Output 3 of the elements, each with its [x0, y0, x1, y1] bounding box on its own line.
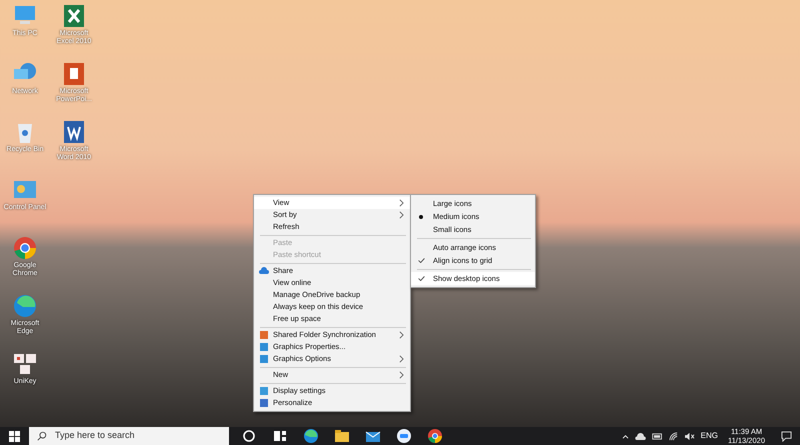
language-indicator[interactable]: ENG: [700, 430, 718, 442]
search-box[interactable]: Type here to search: [29, 427, 229, 445]
search-input[interactable]: Type here to search: [55, 429, 225, 443]
